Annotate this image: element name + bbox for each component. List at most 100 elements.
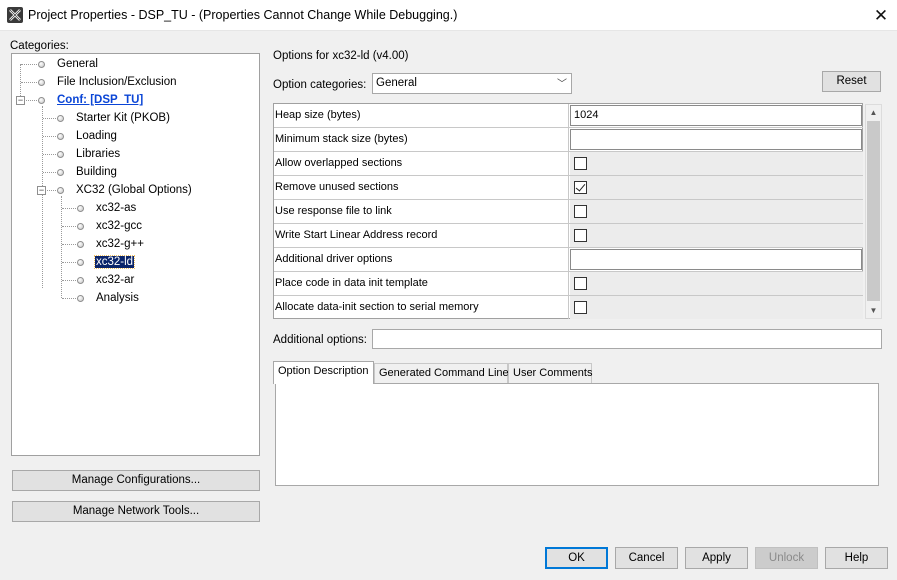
node-icon <box>77 295 84 302</box>
response-file-checkbox[interactable] <box>574 205 587 218</box>
ok-button[interactable]: OK <box>545 547 608 569</box>
option-description-panel <box>275 383 879 486</box>
tree-connector <box>62 298 76 299</box>
start-linear-address-checkbox[interactable] <box>574 229 587 242</box>
manage-network-tools-button[interactable]: Manage Network Tools... <box>12 501 260 522</box>
option-value-cell <box>570 296 863 319</box>
tree-connector <box>62 208 76 209</box>
option-row-start-linear: Write Start Linear Address record <box>274 224 863 248</box>
tree-connector <box>62 244 76 245</box>
tree-item-starter-kit[interactable]: Starter Kit (PKOB) <box>57 110 171 127</box>
tree-connector <box>21 82 37 83</box>
option-name: Allocate data-init section to serial mem… <box>274 296 569 319</box>
node-icon <box>77 205 84 212</box>
categories-tree[interactable]: − − General File Inclusion/Exclusion Con… <box>11 53 260 456</box>
option-name: Additional driver options <box>274 248 569 271</box>
scroll-up-icon[interactable]: ▲ <box>866 105 881 120</box>
tree-connector <box>43 118 56 119</box>
chevron-down-icon: ﹀ <box>557 79 567 90</box>
tree-item-xc32-gcc[interactable]: xc32-gcc <box>77 218 143 235</box>
manage-configurations-button[interactable]: Manage Configurations... <box>12 470 260 491</box>
option-categories-select[interactable]: General ﹀ <box>372 73 572 94</box>
apply-button[interactable]: Apply <box>685 547 748 569</box>
categories-label: Categories: <box>10 40 69 52</box>
scroll-down-icon[interactable]: ▼ <box>866 303 881 318</box>
node-icon <box>57 169 64 176</box>
tree-item-xc32-gpp[interactable]: xc32-g++ <box>77 236 145 253</box>
option-row-heap-size: Heap size (bytes) 1024 <box>274 104 863 128</box>
option-name: Place code in data init template <box>274 272 569 295</box>
tree-item-xc32-ld[interactable]: xc32-ld <box>77 254 136 271</box>
tree-connector <box>43 172 56 173</box>
option-name: Heap size (bytes) <box>274 104 569 127</box>
tree-item-libraries[interactable]: Libraries <box>57 146 121 163</box>
tree-item-analysis[interactable]: Analysis <box>77 290 140 307</box>
option-row-place-code: Place code in data init template <box>274 272 863 296</box>
tree-connector <box>26 100 37 101</box>
options-header: Options for xc32-ld (v4.00) <box>273 50 409 62</box>
option-name: Allow overlapped sections <box>274 152 569 175</box>
tree-connector <box>47 190 56 191</box>
option-row-remove-unused: Remove unused sections <box>274 176 863 200</box>
node-icon <box>57 151 64 158</box>
heap-size-input[interactable]: 1024 <box>570 105 862 126</box>
reset-button[interactable]: Reset <box>822 71 881 92</box>
node-icon <box>57 133 64 140</box>
node-icon <box>77 277 84 284</box>
additional-options-input[interactable] <box>372 329 882 349</box>
unlock-button[interactable]: Unlock <box>755 547 818 569</box>
tab-option-description[interactable]: Option Description <box>273 361 374 384</box>
help-button[interactable]: Help <box>825 547 888 569</box>
tree-connector <box>21 64 37 65</box>
tree-item-xc32-global[interactable]: XC32 (Global Options) <box>57 182 193 199</box>
x-logo-icon <box>7 7 23 23</box>
option-row-driver-options: Additional driver options <box>274 248 863 272</box>
node-icon <box>57 115 64 122</box>
option-name: Minimum stack size (bytes) <box>274 128 569 151</box>
tree-item-xc32-ar[interactable]: xc32-ar <box>77 272 135 289</box>
option-value-cell <box>570 176 863 199</box>
cancel-button[interactable]: Cancel <box>615 547 678 569</box>
title-bar: Project Properties - DSP_TU - (Propertie… <box>0 0 897 31</box>
node-icon <box>38 97 45 104</box>
tree-item-xc32-as[interactable]: xc32-as <box>77 200 137 217</box>
tree-item-general[interactable]: General <box>38 56 99 73</box>
node-icon <box>77 223 84 230</box>
tree-connector <box>62 226 76 227</box>
tab-generated-command-line[interactable]: Generated Command Line <box>374 363 509 383</box>
node-icon <box>38 79 45 86</box>
scrollbar-thumb[interactable] <box>867 121 880 301</box>
options-grid: Heap size (bytes) 1024 Minimum stack siz… <box>273 103 863 319</box>
tree-connector <box>61 196 62 298</box>
tree-connector <box>42 106 43 288</box>
additional-options-label: Additional options: <box>273 334 367 346</box>
allocate-data-init-checkbox[interactable] <box>574 301 587 314</box>
node-icon <box>77 241 84 248</box>
tree-connector <box>43 154 56 155</box>
remove-unused-checkbox[interactable] <box>574 181 587 194</box>
option-row-allow-overlapped: Allow overlapped sections <box>274 152 863 176</box>
options-scrollbar[interactable]: ▲ ▼ <box>865 104 882 319</box>
tab-user-comments[interactable]: User Comments <box>508 363 592 383</box>
driver-options-input[interactable] <box>570 249 862 270</box>
option-row-min-stack: Minimum stack size (bytes) <box>274 128 863 152</box>
option-row-allocate-data-init: Allocate data-init section to serial mem… <box>274 296 863 320</box>
tree-connector <box>62 280 76 281</box>
tree-connector <box>62 262 76 263</box>
tree-item-loading[interactable]: Loading <box>57 128 118 145</box>
tree-item-building[interactable]: Building <box>57 164 118 181</box>
option-name: Use response file to link <box>274 200 569 223</box>
collapse-icon[interactable]: − <box>37 186 46 195</box>
option-categories-label: Option categories: <box>273 79 367 91</box>
window-title: Project Properties - DSP_TU - (Propertie… <box>28 8 458 22</box>
allow-overlapped-checkbox[interactable] <box>574 157 587 170</box>
node-icon <box>38 61 45 68</box>
min-stack-size-input[interactable] <box>570 129 862 150</box>
place-code-checkbox[interactable] <box>574 277 587 290</box>
close-icon[interactable]: ✕ <box>870 6 892 26</box>
collapse-icon[interactable]: − <box>16 96 25 105</box>
option-categories-value: General <box>376 77 417 89</box>
node-icon <box>77 259 84 266</box>
tree-item-file-inclusion[interactable]: File Inclusion/Exclusion <box>38 74 178 91</box>
tree-item-conf[interactable]: Conf: [DSP_TU] <box>38 92 144 109</box>
